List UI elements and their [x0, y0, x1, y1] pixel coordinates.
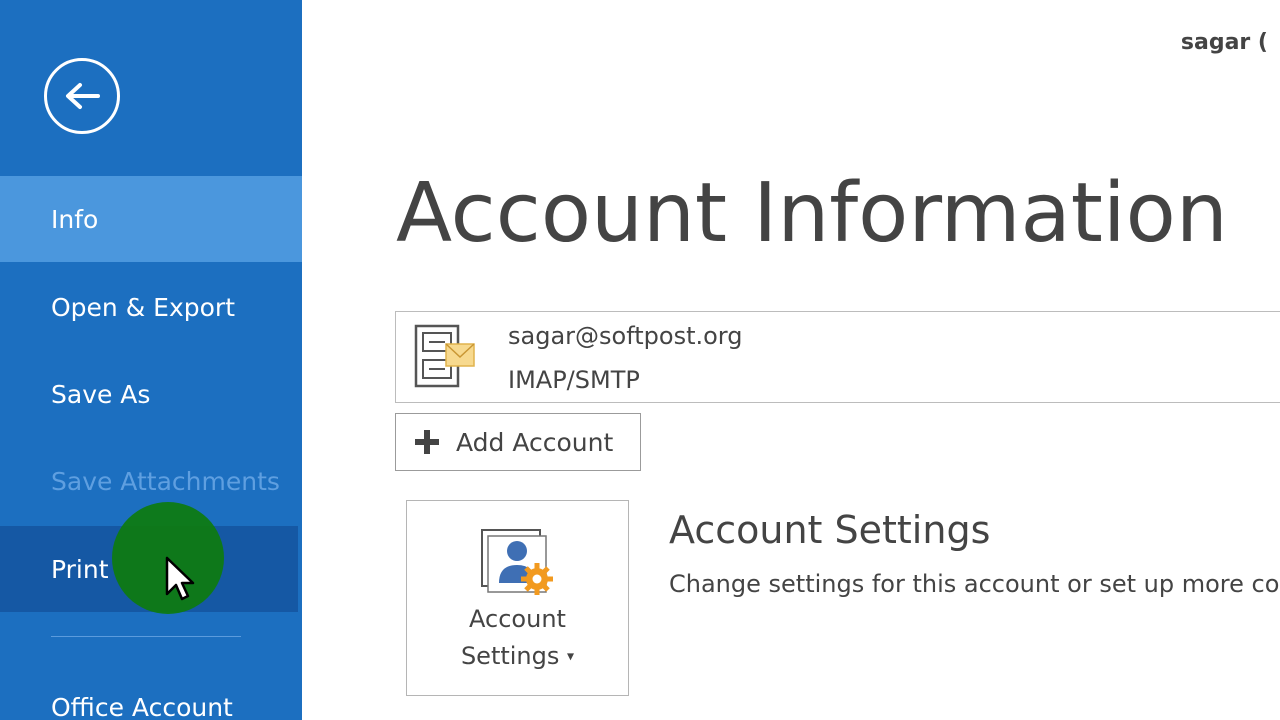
sidebar-divider [51, 636, 241, 637]
page-title: Account Information [396, 166, 1228, 261]
account-email: sagar@softpost.org [508, 322, 743, 350]
sidebar-item-label: Save Attachments [51, 466, 280, 496]
account-settings-label-line2: Settings [460, 642, 560, 670]
sidebar-item-label: Info [51, 204, 99, 234]
sidebar-item-open-export[interactable]: Open & Export [0, 264, 302, 350]
backstage-sidebar: Info Open & Export Save As Save Attachme… [0, 0, 302, 720]
account-settings-button-label: Account Settings ▾ [407, 601, 628, 676]
account-file-icon [414, 324, 475, 388]
account-settings-icon [481, 529, 553, 595]
back-button[interactable] [44, 58, 120, 134]
sidebar-item-office-account[interactable]: Office Account [0, 664, 302, 720]
sidebar-item-info[interactable]: Info [0, 176, 302, 262]
sidebar-item-label: Open & Export [51, 292, 235, 322]
account-type: IMAP/SMTP [508, 366, 640, 394]
account-settings-label-line1: Account [469, 605, 566, 633]
plus-icon [415, 430, 439, 454]
sidebar-item-label: Office Account [51, 692, 233, 720]
sidebar-item-label: Print [51, 554, 109, 584]
user-name[interactable]: sagar ( [1181, 30, 1268, 55]
account-settings-button[interactable]: Account Settings ▾ [406, 500, 629, 696]
main-content: sagar ( Account Information sagar@softpo… [302, 0, 1280, 720]
sidebar-item-label: Save As [51, 379, 151, 409]
chevron-down-icon: ▾ [567, 648, 575, 665]
add-account-label: Add Account [456, 427, 614, 457]
mouse-cursor-icon [165, 556, 195, 601]
add-account-button[interactable]: Add Account [395, 413, 641, 471]
account-settings-description: Change settings for this account or set … [669, 570, 1280, 598]
back-arrow-icon [66, 83, 100, 109]
account-selector[interactable]: sagar@softpost.org IMAP/SMTP [395, 311, 1280, 403]
account-settings-title: Account Settings [669, 508, 991, 552]
sidebar-item-save-as[interactable]: Save As [0, 351, 302, 437]
